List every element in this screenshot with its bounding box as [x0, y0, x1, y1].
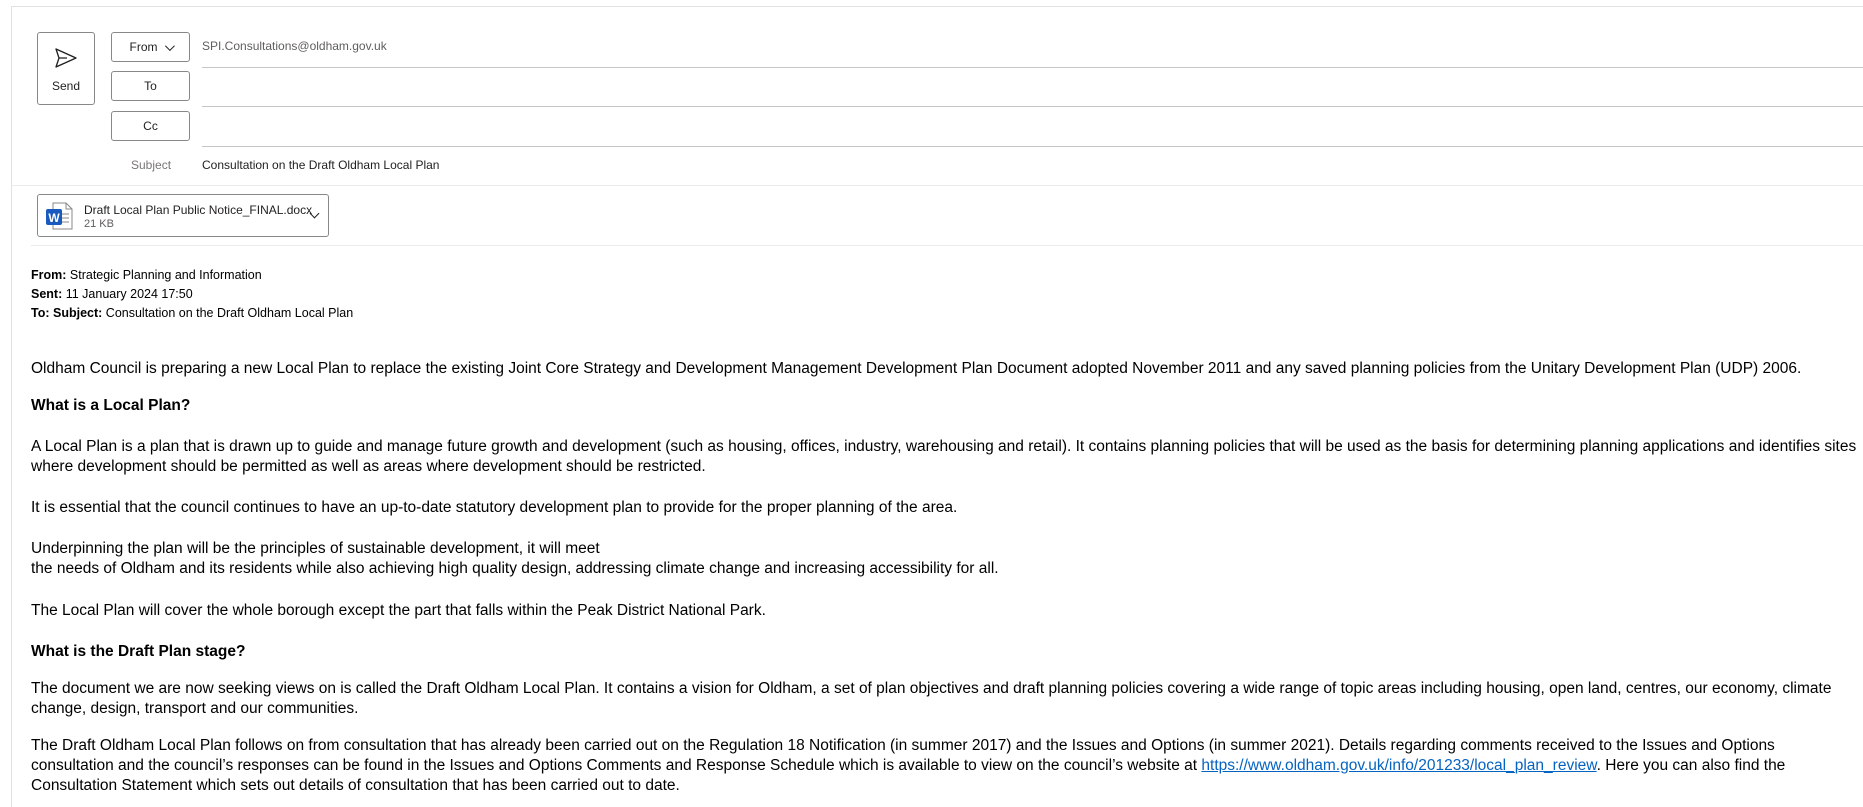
word-doc-icon: W	[46, 202, 73, 230]
local-plan-review-link[interactable]: https://www.oldham.gov.uk/info/201233/lo…	[1201, 757, 1596, 774]
body-paragraph-4b: the needs of Oldham and its residents wh…	[31, 560, 999, 577]
body-paragraph-6: The document we are now seeking views on…	[31, 680, 1832, 717]
forwarded-to-label: To:	[31, 306, 50, 320]
from-underline	[202, 67, 1863, 68]
body-paragraph-4a: Underpinning the plan will be the princi…	[31, 540, 600, 557]
cc-label: Cc	[143, 119, 158, 133]
forwarded-sent-label: Sent:	[31, 287, 63, 301]
cc-field[interactable]	[202, 111, 1863, 145]
to-field[interactable]	[202, 71, 1863, 105]
subject-label: Subject	[131, 158, 172, 172]
body-heading-1: What is a Local Plan?	[31, 397, 191, 414]
forwarded-subject-value: Consultation on the Draft Oldham Local P…	[105, 306, 354, 320]
attachment-card[interactable]: W Draft Local Plan Public Notice_FINAL.d…	[37, 194, 329, 237]
forwarded-from: From: Strategic Planning and Information	[31, 268, 262, 282]
body-paragraph-1: Oldham Council is preparing a new Local …	[31, 360, 1802, 377]
from-address[interactable]: SPI.Consultations@oldham.gov.uk	[202, 39, 387, 53]
send-icon	[55, 48, 77, 68]
to-underline	[202, 106, 1863, 107]
cc-underline	[202, 146, 1863, 147]
from-button[interactable]: From	[111, 32, 190, 62]
forwarded-sent: Sent: 11 January 2024 17:50	[31, 287, 193, 301]
attachment-name: Draft Local Plan Public Notice_FINAL.doc…	[84, 203, 313, 217]
header-separator	[11, 185, 1863, 186]
body-paragraph-5: The Local Plan will cover the whole boro…	[31, 602, 766, 619]
attachment-separator	[31, 245, 1863, 246]
body-heading-2: What is the Draft Plan stage?	[31, 643, 246, 660]
body-paragraph-3: It is essential that the council continu…	[31, 499, 958, 516]
to-button[interactable]: To	[111, 71, 190, 101]
forwarded-to-subject: To: Subject: Consultation on the Draft O…	[31, 306, 353, 320]
word-icon-letter: W	[48, 211, 60, 225]
subject-input[interactable]: Consultation on the Draft Oldham Local P…	[202, 158, 439, 172]
forwarded-from-label: From:	[31, 268, 67, 282]
forwarded-from-value: Strategic Planning and Information	[69, 268, 262, 282]
forwarded-sent-value: 11 January 2024 17:50	[65, 287, 193, 301]
send-button[interactable]: Send	[37, 32, 95, 105]
from-label: From	[129, 40, 158, 54]
body-paragraph-7: The Draft Oldham Local Plan follows on f…	[31, 736, 1861, 796]
forwarded-subject-label: Subject:	[53, 306, 103, 320]
send-label: Send	[51, 79, 81, 93]
to-label: To	[144, 79, 157, 93]
cc-button[interactable]: Cc	[111, 111, 190, 141]
attachment-size: 21 KB	[84, 218, 114, 230]
body-paragraph-2: A Local Plan is a plan that is drawn up …	[31, 438, 1857, 475]
chevron-down-icon	[164, 40, 175, 51]
